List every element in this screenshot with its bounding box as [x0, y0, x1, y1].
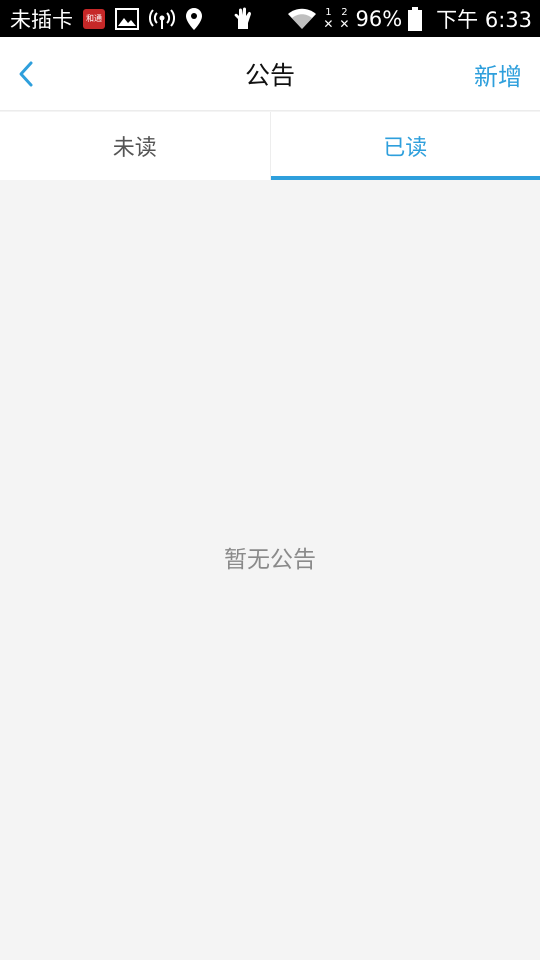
wifi-icon [287, 6, 317, 32]
hotspot-icon [149, 6, 175, 32]
sim2-label: 2 [341, 6, 348, 18]
battery-percent: 96% [355, 6, 403, 31]
location-icon [185, 6, 203, 32]
battery-icon [408, 6, 423, 32]
app-header: 公告 新增 [0, 37, 540, 111]
sim2-icon: 2 ✕ [339, 6, 350, 31]
carrier-label: 未插卡 [10, 7, 73, 32]
announcement-list: 暂无公告 [0, 180, 540, 960]
empty-state-message: 暂无公告 [224, 547, 316, 573]
clock: 下午 6:33 [436, 7, 532, 32]
tab-unread[interactable]: 未读 [0, 112, 270, 180]
status-bar: 未插卡 和通 1 ✕ 2 ✕ 96% 下午 6:33 [0, 0, 540, 37]
app-badge-text: 和通 [83, 8, 105, 29]
back-button[interactable] [6, 54, 46, 94]
add-button[interactable]: 新增 [474, 37, 522, 111]
app-badge-icon: 和通 [83, 6, 105, 32]
sim1-icon: 1 ✕ [323, 6, 334, 31]
chevron-left-icon [19, 61, 33, 87]
glove-icon [233, 6, 253, 32]
sim1-label: 1 [325, 6, 332, 18]
page-title: 公告 [244, 61, 295, 90]
image-icon [115, 6, 139, 32]
tab-bar: 未读 已读 [0, 112, 540, 180]
tab-read[interactable]: 已读 [269, 112, 540, 180]
